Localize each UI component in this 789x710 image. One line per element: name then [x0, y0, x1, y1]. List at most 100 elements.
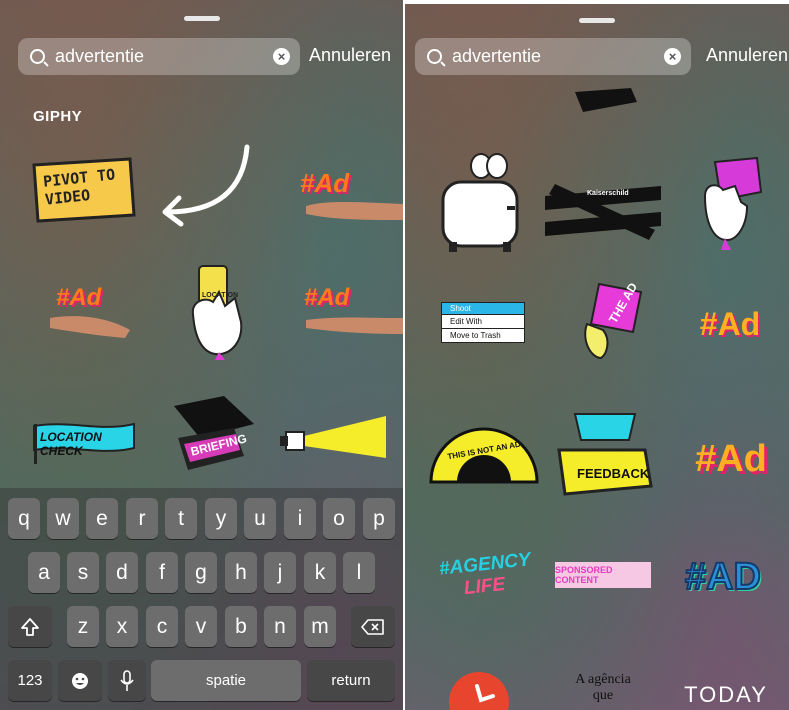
sticker-megaphone[interactable]: [278, 412, 388, 472]
key-f[interactable]: f: [146, 552, 178, 593]
sticker-agency-life[interactable]: #AGENCY LIFE: [429, 546, 541, 606]
key-n[interactable]: n: [264, 606, 296, 647]
key-u[interactable]: u: [244, 498, 276, 539]
sticker-ad-gradient-2[interactable]: #Ad: [681, 434, 781, 484]
sticker-context-menu[interactable]: Shoot Edit With Move to Trash: [441, 302, 525, 346]
search-field[interactable]: advertentie ×: [415, 38, 691, 75]
return-key[interactable]: return: [307, 660, 395, 701]
key-r[interactable]: r: [126, 498, 158, 539]
sticker-partial-top[interactable]: [571, 88, 641, 114]
key-d[interactable]: d: [106, 552, 138, 593]
key-q[interactable]: q: [8, 498, 40, 539]
key-i[interactable]: i: [284, 498, 316, 539]
search-input[interactable]: advertentie: [452, 46, 664, 67]
key-o[interactable]: o: [323, 498, 355, 539]
sticker-ad-gradient-1[interactable]: #Ad: [685, 304, 775, 344]
the-ad-graphic: [584, 282, 643, 360]
key-a[interactable]: a: [28, 552, 60, 593]
menu-item-trash: Move to Trash: [441, 329, 525, 343]
key-e[interactable]: e: [86, 498, 118, 539]
sticker-phone-location[interactable]: LOCATION: [185, 262, 255, 362]
search-icon: [30, 49, 45, 64]
key-h[interactable]: h: [225, 552, 257, 593]
sticker-ad-hand-3[interactable]: #Ad: [296, 282, 403, 342]
ad-text: #Ad: [699, 305, 761, 342]
feedback-text: FEEDBACK: [577, 466, 650, 481]
key-m[interactable]: m: [304, 606, 336, 647]
sticker-kaiserschild-tape[interactable]: Kaiserschild: [545, 182, 661, 242]
key-l[interactable]: l: [343, 552, 375, 593]
curved-arrow-icon: [162, 144, 250, 227]
key-j[interactable]: j: [264, 552, 296, 593]
search-input[interactable]: advertentie: [55, 46, 273, 67]
sticker-ad-hand-1[interactable]: #Ad: [296, 164, 403, 224]
right-screen: advertentie × Annuleren Kaiserschild Sho…: [405, 4, 789, 710]
menu-item-edit: Edit With: [441, 315, 525, 329]
clear-icon[interactable]: ×: [664, 48, 681, 65]
sticker-toaster[interactable]: [435, 152, 525, 257]
left-screen: advertentie × Annuleren GIPHY PIVOT TO V…: [0, 0, 403, 710]
space-key[interactable]: spatie: [151, 660, 301, 701]
key-t[interactable]: t: [165, 498, 197, 539]
cancel-button[interactable]: Annuleren: [309, 45, 391, 66]
ad-text: #Ad: [56, 284, 102, 311]
sheet-grabber[interactable]: [183, 16, 220, 21]
ad-text: #Ad: [300, 168, 350, 198]
sticker-sponsored-content[interactable]: SPONSORED CONTENT: [555, 562, 651, 588]
sticker-the-ad[interactable]: THE AD: [577, 280, 649, 368]
emoji-key[interactable]: [58, 660, 102, 701]
hand-money-graphic: [703, 156, 763, 250]
backspace-icon: [361, 618, 384, 635]
partial-box-graphic: [575, 88, 637, 112]
sticker-curved-arrow[interactable]: [155, 142, 255, 232]
clear-icon[interactable]: ×: [273, 48, 290, 65]
key-v[interactable]: v: [185, 606, 217, 647]
key-p[interactable]: p: [363, 498, 395, 539]
key-z[interactable]: z: [67, 606, 99, 647]
key-k[interactable]: k: [304, 552, 336, 593]
key-s[interactable]: s: [67, 552, 99, 593]
shift-icon: [21, 617, 39, 636]
cancel-button[interactable]: Annuleren: [706, 45, 788, 66]
ad-text: #Ad: [304, 284, 350, 311]
agency-line2: LIFE: [463, 573, 507, 600]
sticker-hand-money[interactable]: [695, 156, 767, 256]
key-g[interactable]: g: [185, 552, 217, 593]
today-text: TODAY: [684, 682, 768, 707]
sticker-ad-blue[interactable]: #AD: [673, 552, 773, 602]
sticker-ad-hand-2[interactable]: #Ad: [50, 282, 140, 342]
clock-icon: [449, 672, 509, 710]
agencia-line1: A agência: [575, 672, 631, 687]
search-field[interactable]: advertentie ×: [18, 38, 300, 75]
ad-text: #Ad: [695, 437, 767, 480]
key-c[interactable]: c: [146, 606, 178, 647]
key-x[interactable]: x: [106, 606, 138, 647]
sticker-feedback[interactable]: FEEDBACK: [555, 410, 655, 500]
megaphone-icon: [280, 416, 386, 458]
sponsored-text: SPONSORED CONTENT: [555, 565, 613, 585]
sticker-agencia[interactable]: A agência que: [563, 666, 643, 710]
shift-key[interactable]: [8, 606, 52, 647]
kaiserschild-text: Kaiserschild: [587, 190, 629, 197]
delete-key[interactable]: [351, 606, 395, 647]
hand-phone-graphic: [191, 265, 243, 360]
key-y[interactable]: y: [205, 498, 237, 539]
tissue-box-graphic: [557, 413, 653, 496]
sticker-clock[interactable]: [447, 668, 511, 710]
sticker-today[interactable]: TODAY: [681, 680, 771, 710]
location-check-text: LOCATION CHECK: [40, 430, 102, 458]
sticker-fan-text[interactable]: THIS IS NOT AN AD: [427, 424, 541, 486]
key-b[interactable]: b: [225, 606, 257, 647]
microphone-icon: [120, 669, 134, 691]
sticker-briefing[interactable]: BRIEFING: [164, 394, 259, 474]
numbers-key[interactable]: 123: [8, 660, 52, 701]
location-text: LOCATION: [202, 292, 239, 299]
dictation-key[interactable]: [108, 660, 146, 701]
menu-item-shoot: Shoot: [441, 302, 525, 315]
sheet-grabber[interactable]: [579, 18, 615, 23]
sticker-pivot-to-video[interactable]: PIVOT TO VIDEO: [30, 155, 138, 227]
sticker-location-check[interactable]: LOCATION CHECK: [30, 418, 138, 466]
search-icon: [427, 49, 442, 64]
key-w[interactable]: w: [47, 498, 79, 539]
keyboard: q w e r t y u i o p a s d f g h j k l z: [0, 488, 403, 710]
